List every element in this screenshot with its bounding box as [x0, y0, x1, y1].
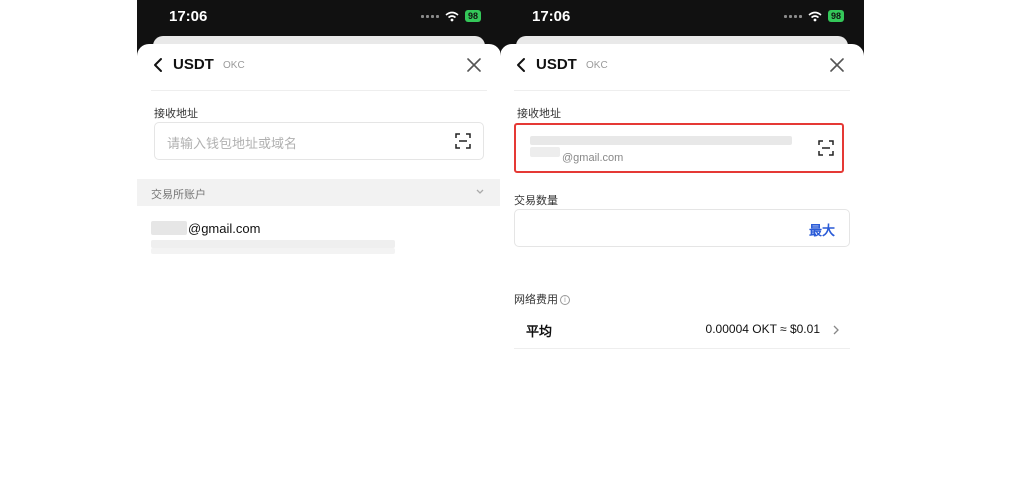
chevron-down-icon: [476, 189, 484, 194]
exchange-accounts-label: 交易所账户: [151, 188, 206, 201]
fee-label: 网络费用 i: [514, 291, 570, 307]
scan-icon[interactable]: [818, 140, 834, 156]
back-arrow-icon[interactable]: [514, 56, 530, 74]
close-icon[interactable]: [467, 58, 481, 72]
redacted-username: [530, 147, 560, 157]
amount-label: 交易数量: [514, 194, 558, 207]
address-input-filled[interactable]: @gmail.com: [518, 127, 840, 169]
fee-amount: 0.00004 OKT ≈ $0.01: [705, 322, 820, 336]
wifi-icon: [445, 11, 459, 21]
scan-icon[interactable]: [455, 133, 471, 149]
amount-input[interactable]: 最大: [514, 209, 850, 247]
status-time: 17:06: [169, 8, 208, 25]
network-fee-selector[interactable]: 平均 0.00004 OKT ≈ $0.01: [514, 311, 850, 349]
page-title: USDT: [536, 56, 577, 73]
send-sheet: USDT OKC 接收地址 请输入钱包地址或域名 交易所账户 @gmail.co…: [137, 44, 501, 487]
status-bar: 17:06 98: [500, 0, 864, 36]
fee-speed: 平均: [526, 325, 553, 340]
status-icons: 98: [783, 10, 844, 22]
exchange-accounts-header[interactable]: 交易所账户: [137, 179, 501, 206]
exchange-account-item[interactable]: @gmail.com: [137, 212, 501, 262]
redacted-address-line: [151, 248, 395, 254]
network-tag: OKC: [586, 60, 608, 71]
wifi-icon: [808, 11, 822, 21]
max-button[interactable]: 最大: [809, 220, 835, 239]
address-placeholder: 请输入钱包地址或域名: [167, 137, 298, 152]
battery-icon: 98: [464, 10, 481, 22]
sheet-header: USDT OKC: [137, 44, 501, 88]
network-tag: OKC: [223, 60, 245, 71]
status-bar: 17:06 98: [137, 0, 501, 36]
redacted-address-line: [151, 240, 395, 248]
address-label: 接收地址: [517, 107, 561, 120]
sheet-header: USDT OKC: [500, 44, 864, 88]
redacted-address: [530, 136, 792, 145]
address-label: 接收地址: [154, 107, 198, 120]
status-time: 17:06: [532, 8, 571, 25]
status-icons: 98: [420, 10, 481, 22]
address-email: @gmail.com: [562, 152, 624, 164]
phone-screen-left: 17:06 98 USDT OKC 接收地址 请输入钱包地址或域名 交易所账户 …: [137, 0, 501, 487]
phone-screen-right: 17:06 98 USDT OKC 接收地址 @gmail.com 交易数量 最…: [500, 0, 864, 487]
page-title: USDT: [173, 56, 214, 73]
back-arrow-icon[interactable]: [151, 56, 167, 74]
close-icon[interactable]: [830, 58, 844, 72]
redacted-username: [151, 221, 187, 235]
header-divider: [151, 90, 487, 91]
fee-label-text: 网络费用: [514, 293, 558, 306]
address-input[interactable]: 请输入钱包地址或域名: [154, 122, 484, 160]
header-divider: [514, 90, 850, 91]
signal-icon: [783, 14, 802, 18]
chevron-right-icon: [833, 325, 839, 335]
signal-icon: [420, 14, 439, 18]
account-email: @gmail.com: [188, 221, 261, 236]
battery-icon: 98: [827, 10, 844, 22]
send-sheet: USDT OKC 接收地址 @gmail.com 交易数量 最大 网络费用 i 平…: [500, 44, 864, 487]
info-icon[interactable]: i: [560, 295, 570, 305]
